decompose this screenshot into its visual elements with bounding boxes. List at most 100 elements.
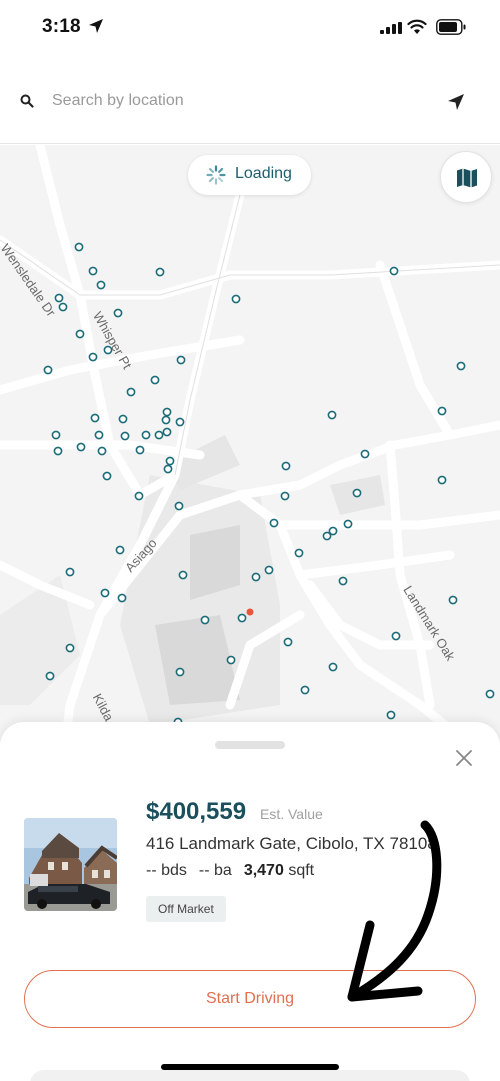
property-marker[interactable] (163, 464, 173, 474)
property-marker[interactable] (165, 456, 175, 466)
property-marker[interactable] (294, 548, 304, 558)
property-marker[interactable] (65, 567, 75, 577)
estimated-price: $400,559 (146, 798, 247, 825)
property-marker[interactable] (264, 565, 274, 575)
property-marker[interactable] (175, 417, 185, 427)
property-marker[interactable] (283, 637, 293, 647)
property-marker[interactable] (94, 430, 104, 440)
selected-property-marker[interactable] (246, 608, 254, 616)
property-marker[interactable] (456, 361, 466, 371)
property-marker[interactable] (338, 576, 348, 586)
property-marker[interactable] (360, 449, 370, 459)
property-marker[interactable] (154, 430, 164, 440)
property-marker[interactable] (161, 415, 171, 425)
property-marker[interactable] (178, 570, 188, 580)
property-marker[interactable] (135, 445, 145, 455)
property-marker[interactable] (75, 329, 85, 339)
property-marker[interactable] (134, 491, 144, 501)
status-bar: 3:18 (0, 0, 500, 56)
property-marker[interactable] (115, 545, 125, 555)
property-photo[interactable] (24, 818, 117, 911)
property-marker[interactable] (113, 308, 123, 318)
property-marker[interactable] (226, 655, 236, 665)
property-marker[interactable] (90, 413, 100, 423)
property-marker[interactable] (43, 365, 53, 375)
property-marker[interactable] (102, 471, 112, 481)
status-badge: Off Market (146, 896, 226, 922)
bottom-card-edge (30, 1070, 470, 1081)
property-marker[interactable] (97, 446, 107, 456)
property-marker[interactable] (343, 519, 353, 529)
baths-value: -- ba (198, 862, 232, 879)
loading-text: Loading (235, 165, 292, 182)
sheet-grabber[interactable] (215, 741, 285, 749)
property-marker[interactable] (176, 355, 186, 365)
property-marker[interactable] (76, 442, 86, 452)
property-marker[interactable] (281, 461, 291, 471)
property-marker[interactable] (117, 593, 127, 603)
beds-value: -- bds (146, 862, 187, 879)
search-bar (0, 56, 500, 144)
cellular-signal-icon (380, 22, 402, 34)
property-marker[interactable] (175, 667, 185, 677)
property-marker[interactable] (300, 685, 310, 695)
property-marker[interactable] (74, 242, 84, 252)
property-marker[interactable] (174, 501, 184, 511)
property-marker[interactable] (155, 267, 165, 277)
property-marker[interactable] (150, 375, 160, 385)
property-marker[interactable] (141, 430, 151, 440)
property-marker[interactable] (280, 491, 290, 501)
property-marker[interactable] (251, 572, 261, 582)
property-specs: -- bds -- ba 3,470 sqft (146, 862, 314, 880)
price-label: Est. Value (260, 806, 323, 822)
wifi-icon (407, 19, 427, 34)
property-marker[interactable] (352, 488, 362, 498)
property-marker[interactable] (389, 266, 399, 276)
property-marker[interactable] (328, 662, 338, 672)
property-marker[interactable] (448, 595, 458, 605)
property-marker[interactable] (437, 475, 447, 485)
navigation-arrow-icon[interactable] (446, 92, 466, 112)
property-marker[interactable] (88, 266, 98, 276)
close-icon[interactable] (455, 749, 473, 767)
property-marker[interactable] (485, 689, 495, 699)
property-marker[interactable] (231, 294, 241, 304)
location-arrow-icon (89, 19, 103, 33)
property-marker[interactable] (200, 615, 210, 625)
search-input[interactable] (52, 88, 412, 114)
house-photo-icon (24, 818, 117, 911)
spinner-icon (206, 165, 226, 185)
folded-map-icon (457, 168, 477, 188)
property-marker[interactable] (53, 446, 63, 456)
property-marker[interactable] (237, 613, 247, 623)
home-indicator (161, 1064, 339, 1070)
map-toggle-button[interactable] (440, 151, 492, 203)
property-marker[interactable] (322, 531, 332, 541)
property-marker[interactable] (45, 671, 55, 681)
start-driving-button[interactable]: Start Driving (24, 970, 476, 1028)
property-marker[interactable] (437, 406, 447, 416)
property-marker[interactable] (162, 407, 172, 417)
property-marker[interactable] (51, 430, 61, 440)
property-marker[interactable] (269, 518, 279, 528)
property-marker[interactable] (126, 387, 136, 397)
property-marker[interactable] (120, 431, 130, 441)
sqft-unit: sqft (288, 862, 315, 879)
property-marker[interactable] (327, 410, 337, 420)
property-marker[interactable] (96, 280, 106, 290)
property-marker[interactable] (100, 588, 110, 598)
property-marker[interactable] (88, 352, 98, 362)
property-sheet: $400,559 Est. Value 416 Landmark Gate, C… (0, 722, 500, 1081)
map-view[interactable]: Wensledale Dr Whisper Pt Asiago Landmark… (0, 145, 500, 785)
property-marker[interactable] (386, 710, 396, 720)
property-marker[interactable] (391, 631, 401, 641)
map-base (0, 145, 500, 785)
battery-icon (436, 19, 466, 35)
property-marker[interactable] (118, 414, 128, 424)
loading-indicator: Loading (188, 155, 311, 195)
property-marker[interactable] (162, 427, 172, 437)
property-marker[interactable] (65, 643, 75, 653)
property-marker[interactable] (54, 293, 64, 303)
property-marker[interactable] (58, 302, 68, 312)
search-icon (20, 94, 34, 108)
